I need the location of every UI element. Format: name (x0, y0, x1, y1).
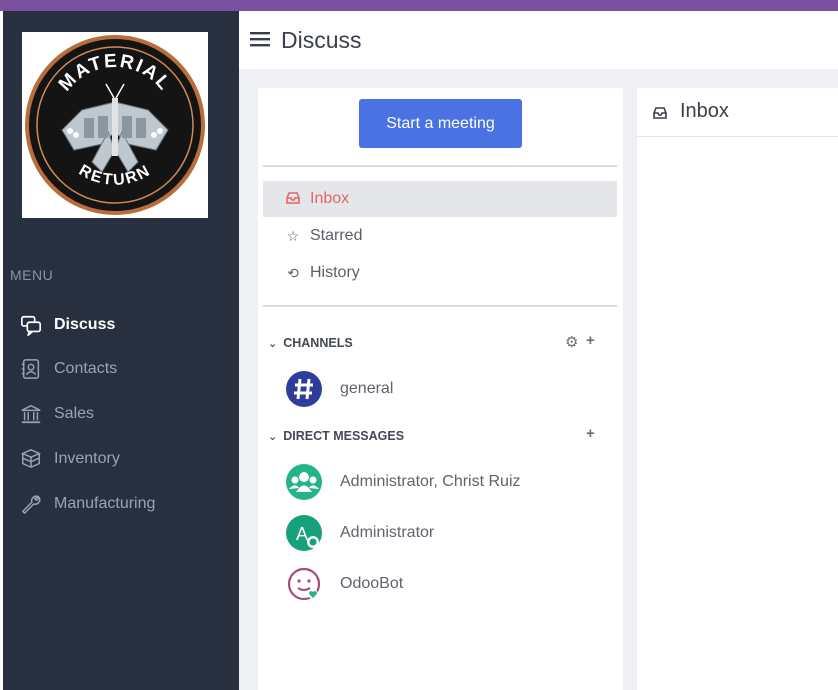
nav-item-discuss[interactable]: Discuss (20, 310, 115, 340)
menu-title: MENU (10, 267, 54, 283)
nav-item-label: Contacts (54, 360, 118, 377)
page-title: Discuss (281, 27, 362, 53)
inbox-icon (285, 191, 301, 207)
nav-item-contacts[interactable]: Contacts (20, 354, 117, 384)
dm-item[interactable]: OdooBot (285, 564, 403, 604)
nav-item-label: Inventory (54, 450, 120, 467)
inbox-icon (653, 106, 667, 124)
user-avatar-icon: A (286, 515, 322, 551)
divider (263, 305, 617, 307)
mailbox-label: Inbox (310, 190, 350, 207)
add-channel-icon[interactable]: + (586, 332, 595, 349)
top-accent-bar (0, 0, 838, 11)
hamburger-menu-icon[interactable] (250, 31, 270, 47)
boxes-icon (20, 449, 42, 469)
thread-view (637, 88, 838, 690)
app-header: Discuss (239, 11, 838, 69)
start-meeting-button[interactable]: Start a meeting (359, 99, 522, 148)
nav-item-inventory[interactable]: Inventory (20, 444, 120, 474)
thread-header: Inbox (637, 88, 838, 137)
add-direct-message-icon[interactable]: + (586, 425, 595, 442)
star-icon: ☆ (286, 227, 300, 244)
mailbox-label: Starred (310, 227, 363, 244)
direct-messages-section-toggle[interactable]: ⌄ DIRECT MESSAGES (268, 426, 404, 446)
company-logo[interactable]: MATERIAL RETURN (22, 32, 208, 218)
section-title: CHANNELS (283, 336, 353, 350)
nav-item-manufacturing[interactable]: Manufacturing (20, 489, 155, 519)
svg-text:A: A (296, 524, 308, 544)
channel-name: general (340, 380, 394, 397)
nav-item-sales[interactable]: Sales (20, 399, 94, 429)
chevron-down-icon: ⌄ (268, 337, 278, 350)
dm-name: Administrator, Christ Ruiz (340, 473, 521, 490)
mailbox-starred[interactable]: ☆ Starred (263, 218, 617, 254)
dm-item[interactable]: Administrator, Christ Ruiz (285, 462, 521, 502)
section-title: DIRECT MESSAGES (283, 429, 405, 443)
nav-item-label: Sales (54, 405, 95, 422)
wrench-icon (22, 495, 41, 514)
odoobot-avatar-icon (287, 567, 321, 601)
nav-item-label: Discuss (54, 316, 116, 333)
chevron-down-icon: ⌄ (268, 430, 278, 443)
dm-name: OdooBot (340, 575, 404, 592)
mailbox-history[interactable]: ⟲ History (263, 255, 617, 291)
hash-icon (286, 371, 322, 407)
mailbox-label: History (310, 264, 360, 281)
chat-icon (21, 315, 41, 336)
gear-icon[interactable]: ⚙ (565, 333, 578, 351)
divider (263, 165, 617, 167)
thread-title: Inbox (680, 100, 729, 122)
group-avatar-icon (286, 464, 322, 500)
dm-item[interactable]: A Administrator (285, 513, 434, 553)
nav-item-label: Manufacturing (54, 495, 156, 512)
channels-section-toggle[interactable]: ⌄ CHANNELS (268, 333, 353, 353)
channel-item-general[interactable]: general (285, 369, 393, 409)
history-icon: ⟲ (287, 264, 299, 281)
dm-name: Administrator (340, 524, 435, 541)
bank-icon (21, 404, 41, 424)
mailbox-inbox[interactable]: Inbox (263, 181, 617, 217)
contacts-icon (21, 359, 40, 379)
